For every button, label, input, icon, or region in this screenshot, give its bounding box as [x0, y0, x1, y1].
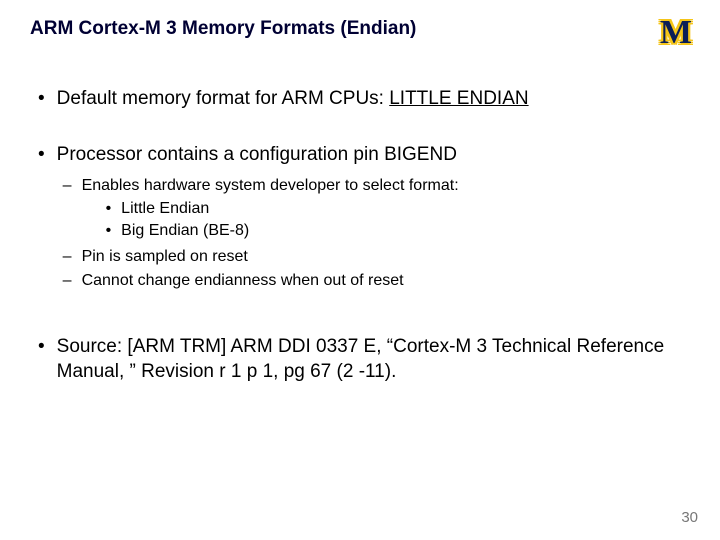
bullet-2-body: Processor contains a configuration pin B…	[57, 142, 459, 294]
bullet-icon: •	[106, 198, 112, 219]
bullet-icon: •	[38, 334, 45, 385]
bullet-2: • Processor contains a configuration pin…	[30, 142, 690, 294]
sub-1: – Enables hardware system developer to s…	[57, 175, 459, 242]
bullet-icon: •	[38, 86, 45, 112]
bullet-1-text: Default memory format for ARM CPUs: LITT…	[57, 86, 529, 112]
subsub-a: • Little Endian	[82, 198, 459, 219]
subsub-b: • Big Endian (BE-8)	[82, 220, 459, 241]
slide: ARM Cortex-M 3 Memory Formats (Endian) M…	[0, 0, 720, 540]
sub-3: – Cannot change endianness when out of r…	[57, 270, 459, 291]
bullet-icon: •	[106, 220, 112, 241]
logo-letter: M	[660, 16, 690, 50]
slide-title: ARM Cortex-M 3 Memory Formats (Endian)	[30, 18, 416, 40]
sub-list: – Enables hardware system developer to s…	[57, 175, 459, 291]
michigan-logo-icon: M	[660, 16, 690, 50]
bullet-3: • Source: [ARM TRM] ARM DDI 0337 E, “Cor…	[30, 334, 690, 385]
bullet-list: • Default memory format for ARM CPUs: LI…	[30, 86, 690, 385]
bullet-1: • Default memory format for ARM CPUs: LI…	[30, 86, 690, 112]
b1-prefix: Default memory format for ARM CPUs:	[57, 88, 390, 109]
s2-text: Pin is sampled on reset	[82, 246, 248, 267]
dash-icon: –	[63, 246, 72, 267]
s1a-text: Little Endian	[121, 198, 209, 219]
b3-text: Source: [ARM TRM] ARM DDI 0337 E, “Corte…	[57, 334, 690, 385]
content: • Default memory format for ARM CPUs: LI…	[30, 86, 690, 385]
dash-icon: –	[63, 270, 72, 291]
page-number: 30	[681, 509, 698, 526]
s1-text: Enables hardware system developer to sel…	[82, 177, 459, 194]
header: ARM Cortex-M 3 Memory Formats (Endian) M	[30, 18, 690, 50]
s3-text: Cannot change endianness when out of res…	[82, 270, 404, 291]
sub-sub-list: • Little Endian • Big Endian (BE-8)	[82, 198, 459, 240]
sub-1-body: Enables hardware system developer to sel…	[82, 175, 459, 242]
bullet-icon: •	[38, 142, 45, 294]
b1-underlined: LITTLE ENDIAN	[389, 88, 528, 109]
dash-icon: –	[63, 175, 72, 242]
s1b-text: Big Endian (BE-8)	[121, 220, 249, 241]
sub-2: – Pin is sampled on reset	[57, 246, 459, 267]
b2-text: Processor contains a configuration pin B…	[57, 144, 457, 165]
